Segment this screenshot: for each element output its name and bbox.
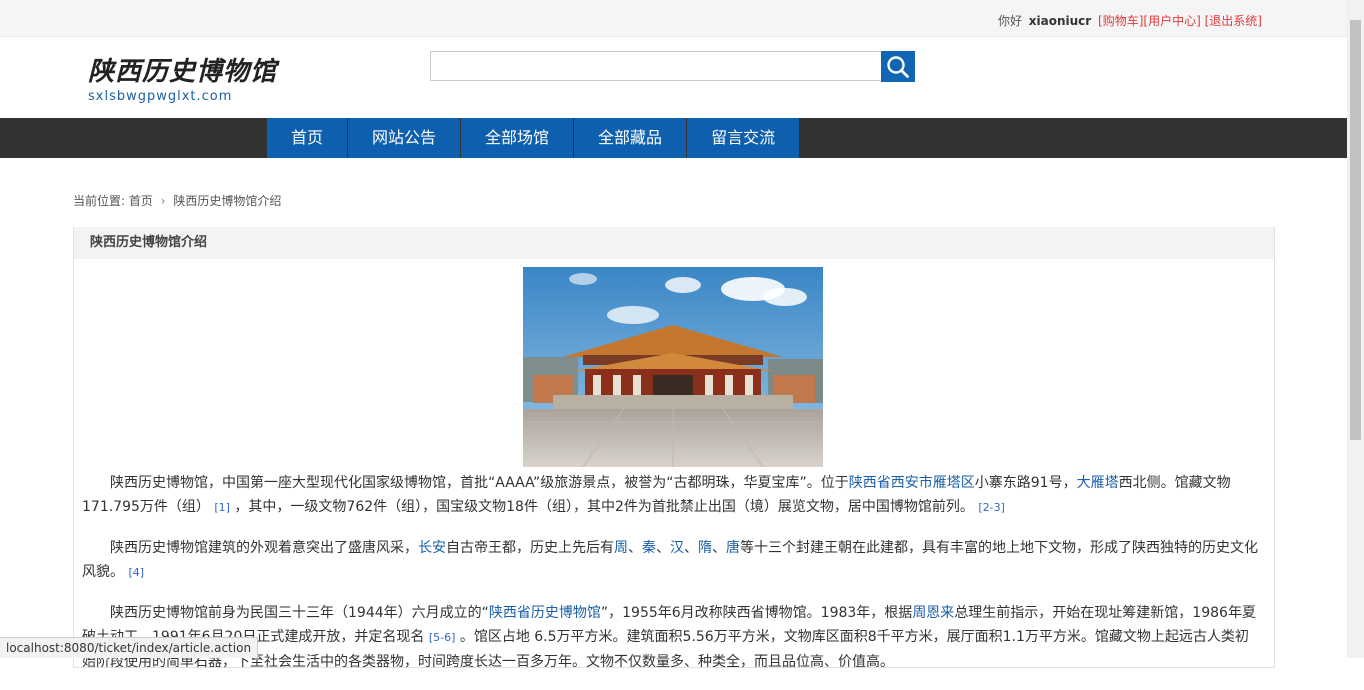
link-dayanta[interactable]: 大雁塔 bbox=[1077, 475, 1119, 491]
article-paragraph: 陕西历史博物馆建筑的外观着意突出了盛唐风采，长安自古帝王都，历史上先后有周、秦、… bbox=[82, 536, 1262, 585]
top-bar: 你好 xiaoniucr [购物车][用户中心] [退出系统] bbox=[0, 0, 1364, 37]
museum-photo bbox=[523, 267, 823, 467]
article-panel: 陕西历史博物馆介绍 陕西历史博物馆，中国第一座大型现代化国家级博物馆，首批“AA… bbox=[73, 227, 1275, 670]
panel-title: 陕西历史博物馆介绍 bbox=[74, 227, 1274, 259]
search-button[interactable] bbox=[881, 51, 915, 82]
paragraph-text: ”，1955年6月改称陕西省博物馆。1983年，根据 bbox=[600, 605, 913, 621]
breadcrumb-home-link[interactable]: 首页 bbox=[129, 194, 153, 208]
link-han[interactable]: 汉 bbox=[670, 540, 684, 556]
link-tang[interactable]: 唐 bbox=[726, 540, 740, 556]
article-paragraph: 陕西历史博物馆前身为民国三十三年（1944年）六月成立的“陕西省历史博物馆”，1… bbox=[82, 601, 1262, 674]
nav-item-venues[interactable]: 全部场馆 bbox=[461, 118, 574, 158]
separator: 、 bbox=[628, 540, 642, 556]
search-input[interactable] bbox=[430, 51, 883, 81]
status-bar-url: localhost:8080/ticket/index/article.acti… bbox=[0, 637, 259, 658]
cart-link[interactable]: [购物车] bbox=[1098, 14, 1143, 28]
breadcrumb-current: 陕西历史博物馆介绍 bbox=[173, 194, 282, 208]
user-center-link[interactable]: [用户中心] bbox=[1143, 14, 1200, 28]
user-links: 你好 xiaoniucr [购物车][用户中心] [退出系统] bbox=[998, 12, 1262, 29]
link-zhou[interactable]: 周 bbox=[614, 540, 628, 556]
greeting-text: 你好 bbox=[997, 14, 1022, 28]
paragraph-text: ，其中，一级文物762件（组），国宝级文物18件（组），其中2件为首批禁止出国（… bbox=[234, 499, 974, 515]
paragraph-text: 小寨东路91号， bbox=[974, 475, 1077, 491]
nav-item-collections[interactable]: 全部藏品 bbox=[574, 118, 687, 158]
breadcrumb-prefix: 当前位置: bbox=[73, 194, 126, 208]
nav-item-home[interactable]: 首页 bbox=[267, 118, 348, 158]
citation-link[interactable]: [1] bbox=[214, 501, 230, 514]
link-changan[interactable]: 长安 bbox=[418, 540, 446, 556]
site-logo[interactable]: 陕西历史博物馆 sxlsbwgpwglxt.com bbox=[88, 57, 277, 105]
link-qin[interactable]: 秦 bbox=[642, 540, 656, 556]
citation-link[interactable]: [5-6] bbox=[429, 631, 456, 644]
username: xiaoniucr bbox=[1028, 14, 1092, 28]
separator: 、 bbox=[656, 540, 670, 556]
paragraph-text: 陕西历史博物馆前身为民国三十三年（1944年）六月成立的“ bbox=[110, 605, 489, 621]
scrollbar-thumb[interactable] bbox=[1350, 20, 1361, 440]
article-body: 陕西历史博物馆，中国第一座大型现代化国家级博物馆，首批“AAAA”级旅游景点，被… bbox=[82, 471, 1262, 690]
search-icon bbox=[887, 56, 909, 78]
logout-link[interactable]: [退出系统] bbox=[1205, 14, 1262, 28]
breadcrumb: 当前位置: 首页 › 陕西历史博物馆介绍 bbox=[73, 192, 281, 209]
paragraph-text: 陕西历史博物馆建筑的外观着意突出了盛唐风采， bbox=[110, 540, 418, 556]
page-scrollbar[interactable] bbox=[1347, 0, 1364, 658]
paragraph-text: 自古帝王都，历史上先后有 bbox=[446, 540, 614, 556]
breadcrumb-separator: › bbox=[160, 194, 166, 208]
paragraph-text: 陕西历史博物馆，中国第一座大型现代化国家级博物馆，首批“AAAA”级旅游景点，被… bbox=[110, 475, 849, 491]
citation-link[interactable]: [2-3] bbox=[978, 501, 1005, 514]
logo-url: sxlsbwgpwglxt.com bbox=[88, 89, 233, 104]
link-sui[interactable]: 隋 bbox=[698, 540, 712, 556]
header: 陕西历史博物馆 sxlsbwgpwglxt.com bbox=[0, 37, 1364, 118]
nav-item-messages[interactable]: 留言交流 bbox=[687, 118, 800, 158]
citation-link[interactable]: [4] bbox=[128, 566, 144, 579]
link-zhou-enlai[interactable]: 周恩来 bbox=[912, 605, 954, 621]
logo-title: 陕西历史博物馆 bbox=[88, 57, 278, 87]
link-location[interactable]: 陕西省西安市雁塔区 bbox=[849, 475, 975, 491]
link-shaanxi-museum[interactable]: 陕西省历史博物馆 bbox=[489, 605, 601, 621]
nav-item-announcements[interactable]: 网站公告 bbox=[348, 118, 461, 158]
search-box bbox=[430, 51, 915, 83]
separator: 、 bbox=[684, 540, 698, 556]
article-paragraph: 陕西历史博物馆，中国第一座大型现代化国家级博物馆，首批“AAAA”级旅游景点，被… bbox=[82, 471, 1262, 520]
separator: 、 bbox=[712, 540, 726, 556]
main-nav: 首页 网站公告 全部场馆 全部藏品 留言交流 bbox=[0, 118, 1364, 158]
